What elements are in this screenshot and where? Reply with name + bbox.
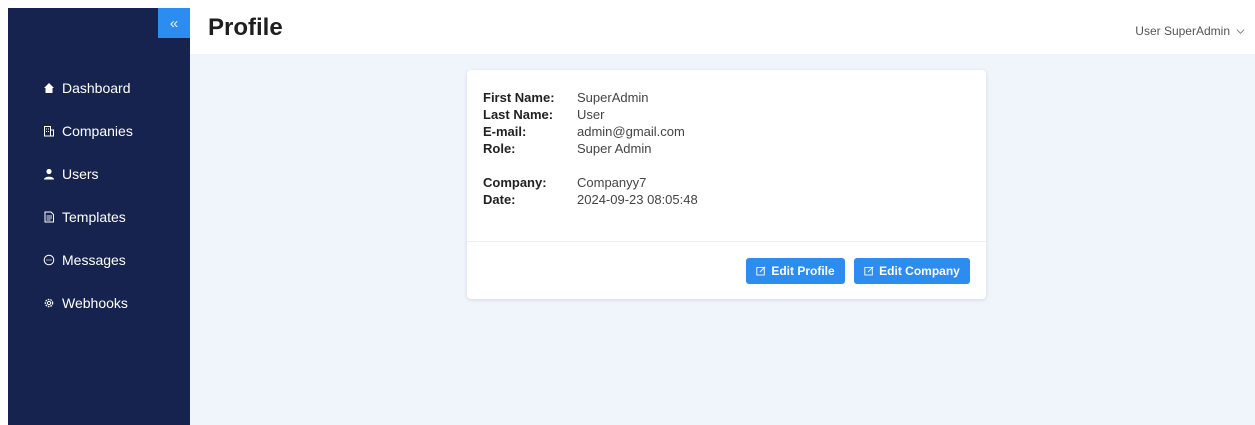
edit-company-label: Edit Company — [879, 264, 960, 278]
last-name-value: User — [577, 107, 605, 122]
date-label: Date: — [483, 192, 516, 207]
sidebar-item-messages[interactable]: Messages — [8, 238, 190, 281]
last-name-label: Last Name: — [483, 107, 554, 122]
main-content: First Name: SuperAdmin Last Name: User E… — [190, 54, 1255, 425]
edit-icon — [864, 266, 874, 276]
sidebar-item-label: Webhooks — [62, 294, 128, 311]
user-menu-dropdown[interactable]: User SuperAdmin — [1135, 24, 1245, 38]
first-name-row: First Name: SuperAdmin — [483, 89, 698, 106]
page-title: Profile — [208, 14, 283, 41]
user-name: User SuperAdmin — [1135, 24, 1230, 38]
user-icon — [42, 167, 56, 181]
sidebar-nav: Dashboard Companies Users Templates Mess… — [8, 66, 190, 324]
email-label: E-mail: — [483, 124, 527, 139]
sidebar-item-companies[interactable]: Companies — [8, 109, 190, 152]
sidebar-item-users[interactable]: Users — [8, 152, 190, 195]
building-icon — [42, 124, 56, 138]
edit-profile-button[interactable]: Edit Profile — [746, 258, 845, 284]
header: Profile User SuperAdmin — [190, 0, 1255, 54]
company-label: Company: — [483, 175, 547, 190]
document-icon — [42, 210, 56, 224]
sidebar-item-templates[interactable]: Templates — [8, 195, 190, 238]
chevron-down-icon — [1236, 28, 1245, 34]
role-row: Role: Super Admin — [483, 140, 698, 157]
first-name-value: SuperAdmin — [577, 90, 649, 105]
app-root: Dashboard Companies Users Templates Mess… — [0, 0, 1255, 425]
sidebar-item-label: Messages — [62, 251, 126, 268]
sidebar-item-webhooks[interactable]: Webhooks — [8, 281, 190, 324]
sidebar-item-label: Dashboard — [62, 79, 131, 96]
company-row: Company: Companyy7 — [483, 174, 698, 191]
sidebar-item-label: Templates — [62, 208, 126, 225]
gear-icon — [42, 296, 56, 310]
date-value: 2024-09-23 08:05:48 — [577, 192, 698, 207]
email-row: E-mail: admin@gmail.com — [483, 123, 698, 140]
last-name-row: Last Name: User — [483, 106, 698, 123]
role-label: Role: — [483, 141, 516, 156]
sidebar-item-label: Users — [62, 165, 99, 182]
double-chevron-left-icon: « — [169, 14, 179, 32]
edit-company-button[interactable]: Edit Company — [854, 258, 970, 284]
edit-profile-label: Edit Profile — [771, 264, 835, 278]
email-value: admin@gmail.com — [577, 124, 685, 139]
role-value: Super Admin — [577, 141, 652, 156]
profile-details: First Name: SuperAdmin Last Name: User E… — [483, 89, 698, 208]
sidebar: Dashboard Companies Users Templates Mess… — [8, 8, 190, 425]
sidebar-item-label: Companies — [62, 122, 133, 139]
profile-card: First Name: SuperAdmin Last Name: User E… — [467, 70, 986, 299]
home-icon — [42, 81, 56, 95]
sidebar-collapse-button[interactable]: « — [158, 8, 190, 38]
date-row: Date: 2024-09-23 08:05:48 — [483, 191, 698, 208]
first-name-label: First Name: — [483, 90, 555, 105]
company-value: Companyy7 — [577, 175, 647, 190]
edit-icon — [756, 266, 766, 276]
card-divider — [467, 241, 986, 242]
sidebar-item-dashboard[interactable]: Dashboard — [8, 66, 190, 109]
message-icon — [42, 253, 56, 267]
